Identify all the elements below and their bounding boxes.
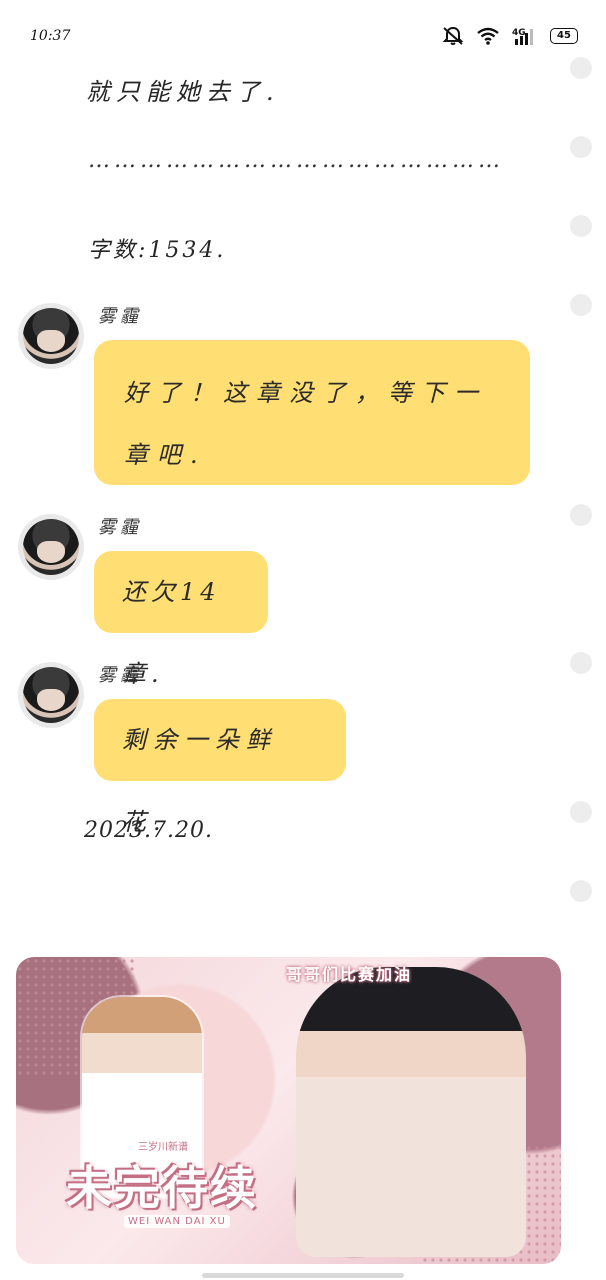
ellipsis-line: …………………………………………: [88, 148, 504, 173]
scroll-dot: [570, 504, 592, 526]
banner-title: 未完待续: [66, 1161, 258, 1215]
status-time: 10:37: [30, 28, 71, 44]
wifi-icon: [476, 27, 500, 45]
message-bubble[interactable]: 好了！这章没了，等下一章吧.: [94, 340, 530, 485]
sender-name: 雾霾: [98, 306, 142, 327]
signal-4g-icon: 4G: [512, 26, 538, 46]
scroll-dot: [570, 801, 592, 823]
battery-icon: 45: [550, 28, 578, 44]
scroll-dot: [570, 136, 592, 158]
avatar-image: [23, 308, 79, 364]
story-line: 就只能她去了.: [86, 78, 280, 106]
date-text: 2023.7.20.: [84, 818, 213, 843]
status-icons: 4G 45: [442, 26, 578, 46]
sender-name: 雾霾: [98, 517, 142, 538]
svg-text:4G: 4G: [512, 28, 526, 38]
banner-top-text: 哥哥们比赛加油: [286, 965, 413, 984]
banner-pinyin: WEI WAN DAI XU: [124, 1215, 230, 1228]
page: 10:37 4G 45 就只能她去了. ………………………………………… 字数:…: [0, 0, 606, 1280]
word-count: 字数:1534.: [88, 238, 227, 263]
banner-person-right: [296, 967, 526, 1257]
home-indicator[interactable]: [202, 1273, 404, 1278]
message-bubble[interactable]: 剩余一朵鲜花.: [94, 699, 346, 836]
avatar[interactable]: [18, 303, 84, 369]
message-bubble[interactable]: 还欠14章.: [94, 551, 268, 688]
avatar-image: [23, 667, 79, 723]
scroll-dot: [570, 294, 592, 316]
to-be-continued-banner[interactable]: 哥哥们比赛加油 三岁川新谱 未完待续 WEI WAN DAI XU: [16, 957, 561, 1264]
scroll-dot: [570, 880, 592, 902]
avatar[interactable]: [18, 514, 84, 580]
scroll-dot: [570, 652, 592, 674]
scroll-dot: [570, 215, 592, 237]
avatar-image: [23, 519, 79, 575]
status-bar: 10:37 4G 45: [0, 0, 606, 72]
bell-muted-icon: [442, 26, 464, 46]
scroll-dot: [570, 57, 592, 79]
sender-name: 雾霾: [98, 665, 142, 686]
avatar[interactable]: [18, 662, 84, 728]
